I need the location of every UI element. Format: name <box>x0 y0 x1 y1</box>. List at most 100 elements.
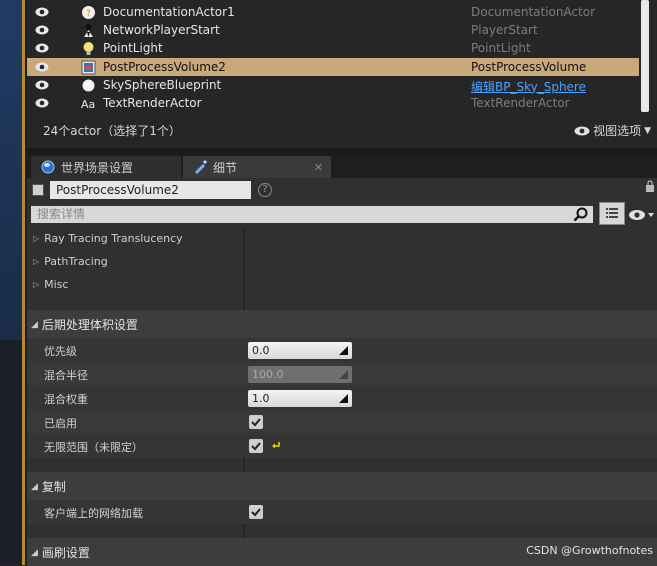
details-icon <box>195 160 207 174</box>
post-process-volume-icon <box>81 60 96 75</box>
visibility-eye-icon[interactable] <box>35 97 49 109</box>
priority-input[interactable]: 0.0 <box>248 342 352 359</box>
category-post-process-volume[interactable]: ◢ 后期处理体积设置 <box>27 310 657 338</box>
blend-radius-value: 100.0 <box>252 368 284 381</box>
visibility-eye-icon[interactable] <box>35 42 49 54</box>
tab-details-label: 细节 <box>213 160 238 175</box>
point-light-icon <box>81 41 96 56</box>
actor-name: NetworkPlayerStart <box>103 23 220 38</box>
text-render-icon: Aa <box>81 96 96 111</box>
edit-blueprint-link[interactable]: 编辑BP_Sky_Sphere <box>471 78 586 95</box>
expand-arrow-icon[interactable]: ▷ <box>33 234 39 243</box>
actor-name: TextRenderActor <box>103 96 202 110</box>
tab-world-settings-label: 世界场景设置 <box>61 160 134 175</box>
prop-blend-radius: 混合半径 100.0 <box>27 362 657 386</box>
tab-world-settings[interactable]: 世界场景设置 <box>31 156 181 178</box>
section-ray-tracing-translucency[interactable]: ▷ Ray Tracing Translucency <box>27 228 657 251</box>
section-label: PathTracing <box>44 255 108 268</box>
actor-type: TextRenderActor <box>471 96 570 110</box>
expand-arrow-icon[interactable]: ▷ <box>33 280 39 289</box>
search-icon <box>573 207 588 222</box>
category-label: 后期处理体积设置 <box>41 318 138 332</box>
actor-type: PlayerStart <box>471 23 538 38</box>
panel-border <box>22 0 25 565</box>
property-matrix-button[interactable] <box>599 202 625 225</box>
category-replication[interactable]: ◢ 复制 <box>27 472 657 500</box>
prop-unbound: 无限范围（未限定） <box>27 434 657 458</box>
actor-type: PostProcessVolume <box>471 59 587 74</box>
details-search-row: 搜索详情 <box>27 202 657 227</box>
view-options-button[interactable]: 视图选项 ▼ <box>574 122 651 139</box>
actor-type: DocumentationActor <box>471 5 596 19</box>
outliner-row[interactable]: NetworkPlayerStart PlayerStart <box>27 21 639 39</box>
help-icon[interactable]: ? <box>258 183 272 197</box>
enabled-checkbox[interactable] <box>249 415 263 429</box>
list-icon <box>606 208 618 218</box>
globe-icon <box>41 160 55 174</box>
sky-sphere-icon <box>81 78 96 93</box>
close-icon[interactable]: ✕ <box>314 161 323 174</box>
section-label: Misc <box>44 278 69 291</box>
section-path-tracing[interactable]: ▷ PathTracing <box>27 251 657 274</box>
view-options-label: 视图选项 <box>593 124 642 138</box>
viewport-preview <box>0 0 22 340</box>
world-outliner: ? DocumentationActor1 DocumentationActor Ne… <box>27 0 657 148</box>
section-label: Ray Tracing Translucency <box>44 232 183 245</box>
actor-name: SkySphereBlueprint <box>103 77 222 92</box>
outliner-row[interactable]: SkySphereBlueprint 编辑BP_Sky_Sphere <box>27 76 639 94</box>
priority-value: 0.0 <box>252 344 270 357</box>
outliner-scrollbar[interactable] <box>641 0 649 112</box>
watermark: CSDN @Growthofnotes <box>526 544 653 557</box>
prop-label: 混合权重 <box>44 393 88 406</box>
net-load-checkbox[interactable] <box>249 505 263 519</box>
details-search-input[interactable]: 搜索详情 <box>31 206 593 223</box>
prop-label: 无限范围（未限定） <box>44 441 143 454</box>
visibility-eye-icon[interactable] <box>35 6 49 18</box>
viewport-edge <box>0 0 27 565</box>
drag-grip-icon[interactable] <box>339 394 348 403</box>
actor-type: PointLight <box>471 41 531 56</box>
prop-enabled: 已启用 <box>27 410 657 434</box>
visibility-eye-icon[interactable] <box>35 79 49 91</box>
chevron-down-icon: ▼ <box>644 125 651 136</box>
outliner-row[interactable]: ? DocumentationActor1 DocumentationActor <box>27 3 639 21</box>
scrollbar-thumb[interactable] <box>641 0 649 112</box>
tab-details[interactable]: 细节 ✕ <box>183 156 331 178</box>
outliner-row[interactable]: PointLight PointLight <box>27 39 639 57</box>
player-start-icon <box>81 23 96 38</box>
drag-grip-icon[interactable] <box>339 346 348 355</box>
collapse-arrow-icon[interactable]: ◢ <box>31 548 38 558</box>
collapse-arrow-icon[interactable]: ◢ <box>31 320 38 330</box>
unbound-checkbox[interactable] <box>249 439 263 453</box>
category-label: 画刷设置 <box>41 546 90 560</box>
prop-label: 已启用 <box>44 417 77 430</box>
blend-weight-value: 1.0 <box>252 392 270 405</box>
svg-text:Aa: Aa <box>81 98 95 111</box>
actor-count: 24个actor（选择了1个） <box>43 124 181 138</box>
checkmark-icon <box>251 418 261 427</box>
checkmark-icon <box>251 442 261 451</box>
lock-icon[interactable] <box>645 180 655 192</box>
details-tab-bar: 世界场景设置 细节 ✕ <box>27 154 657 178</box>
prop-label: 优先级 <box>44 345 77 358</box>
outliner-row[interactable]: PostProcessVolume2 PostProcessVolume <box>27 57 639 76</box>
section-misc[interactable]: ▷ Misc <box>27 274 657 297</box>
visibility-filter-icon[interactable] <box>628 208 656 222</box>
reset-to-default-icon[interactable] <box>271 440 281 450</box>
expand-arrow-icon[interactable]: ▷ <box>33 257 39 266</box>
collapse-arrow-icon[interactable]: ◢ <box>31 482 38 492</box>
outliner-row[interactable]: Aa TextRenderActor TextRenderActor <box>27 94 639 112</box>
visibility-eye-icon[interactable] <box>35 61 49 73</box>
prop-blend-weight: 混合权重 1.0 <box>27 386 657 410</box>
actor-name: PointLight <box>103 41 163 56</box>
actor-type-icon <box>32 184 44 196</box>
blend-radius-input: 100.0 <box>248 366 352 383</box>
object-name-input[interactable]: PostProcessVolume2 <box>50 181 251 199</box>
category-label: 复制 <box>41 480 66 494</box>
actor-name: DocumentationActor1 <box>103 5 235 19</box>
prop-net-load-on-client: 客户端上的网络加载 <box>27 500 657 524</box>
eye-icon <box>574 126 590 135</box>
details-panel: PostProcessVolume2 ? 搜索详情 ▷ Ray Tracing T… <box>27 178 657 566</box>
blend-weight-input[interactable]: 1.0 <box>248 390 352 407</box>
visibility-eye-icon[interactable] <box>35 24 49 36</box>
